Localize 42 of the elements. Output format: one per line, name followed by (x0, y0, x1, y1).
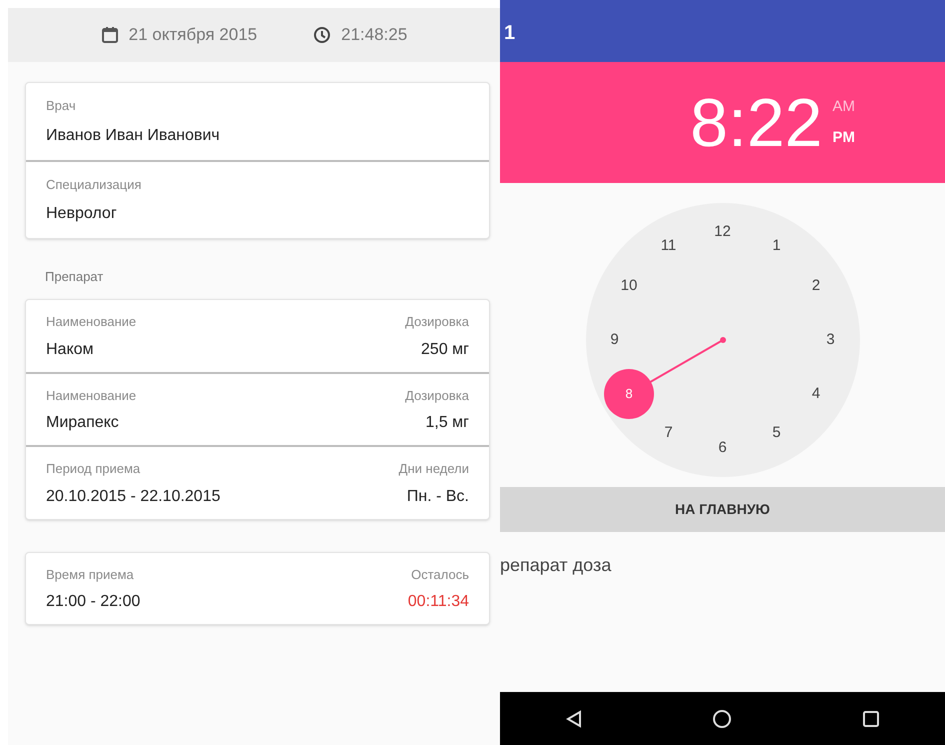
selected-time: 8:22 (690, 88, 822, 156)
field-value: 250 мг (421, 340, 469, 360)
field-label: Дозировка (405, 313, 469, 331)
field-label: Дозировка (405, 386, 469, 405)
hour-option[interactable]: 10 (614, 276, 643, 296)
field-label: Дни недели (398, 460, 469, 478)
hour-option[interactable]: 5 (762, 424, 790, 444)
field-value: 1,5 мг (425, 413, 469, 433)
field-label: Период приема (46, 460, 142, 478)
field-label: Врач (46, 97, 77, 115)
home-icon[interactable] (712, 708, 732, 728)
body-text: репарат доза (500, 555, 612, 575)
calendar-icon (100, 26, 119, 44)
field-value: Мирапекс (46, 413, 120, 433)
overview-icon[interactable] (860, 708, 881, 728)
field-label: Осталось (411, 566, 469, 584)
hour-option[interactable]: 12 (708, 222, 736, 242)
app-bar-title: 1 (504, 21, 516, 46)
field-value: 21:00 - 22:00 (46, 592, 140, 612)
field-label: Наименование (46, 386, 136, 404)
field-value: Наком (46, 340, 95, 360)
hour-option[interactable]: 7 (654, 424, 682, 444)
hour-option[interactable]: 11 (654, 236, 682, 256)
section-title: Препарат (45, 269, 104, 284)
hour-option[interactable]: 9 (600, 330, 628, 350)
field-label: Специализация (46, 176, 142, 194)
field-value: 20.10.2015 - 22.10.2015 (46, 486, 220, 506)
date-text: 21 октября 2015 (128, 24, 258, 46)
field-value: Иванов Иван Иванович (46, 126, 221, 146)
hour-option[interactable]: 4 (802, 384, 830, 404)
hour-option[interactable]: 1 (762, 236, 790, 256)
field-value: Пн. - Вс. (406, 486, 469, 506)
field-value: 00:11:34 (408, 592, 469, 612)
hour-option[interactable]: 3 (816, 330, 844, 350)
field-label: Наименование (46, 313, 136, 331)
clock-icon (313, 26, 332, 44)
home-button[interactable]: НА ГЛАВНУЮ (500, 487, 945, 532)
hour-option[interactable]: 2 (802, 276, 830, 296)
hour-option[interactable]: 6 (708, 438, 736, 458)
time-text: 21:48:25 (341, 24, 408, 46)
field-value: Невролог (46, 204, 118, 224)
field-label: Время приема (46, 566, 135, 584)
